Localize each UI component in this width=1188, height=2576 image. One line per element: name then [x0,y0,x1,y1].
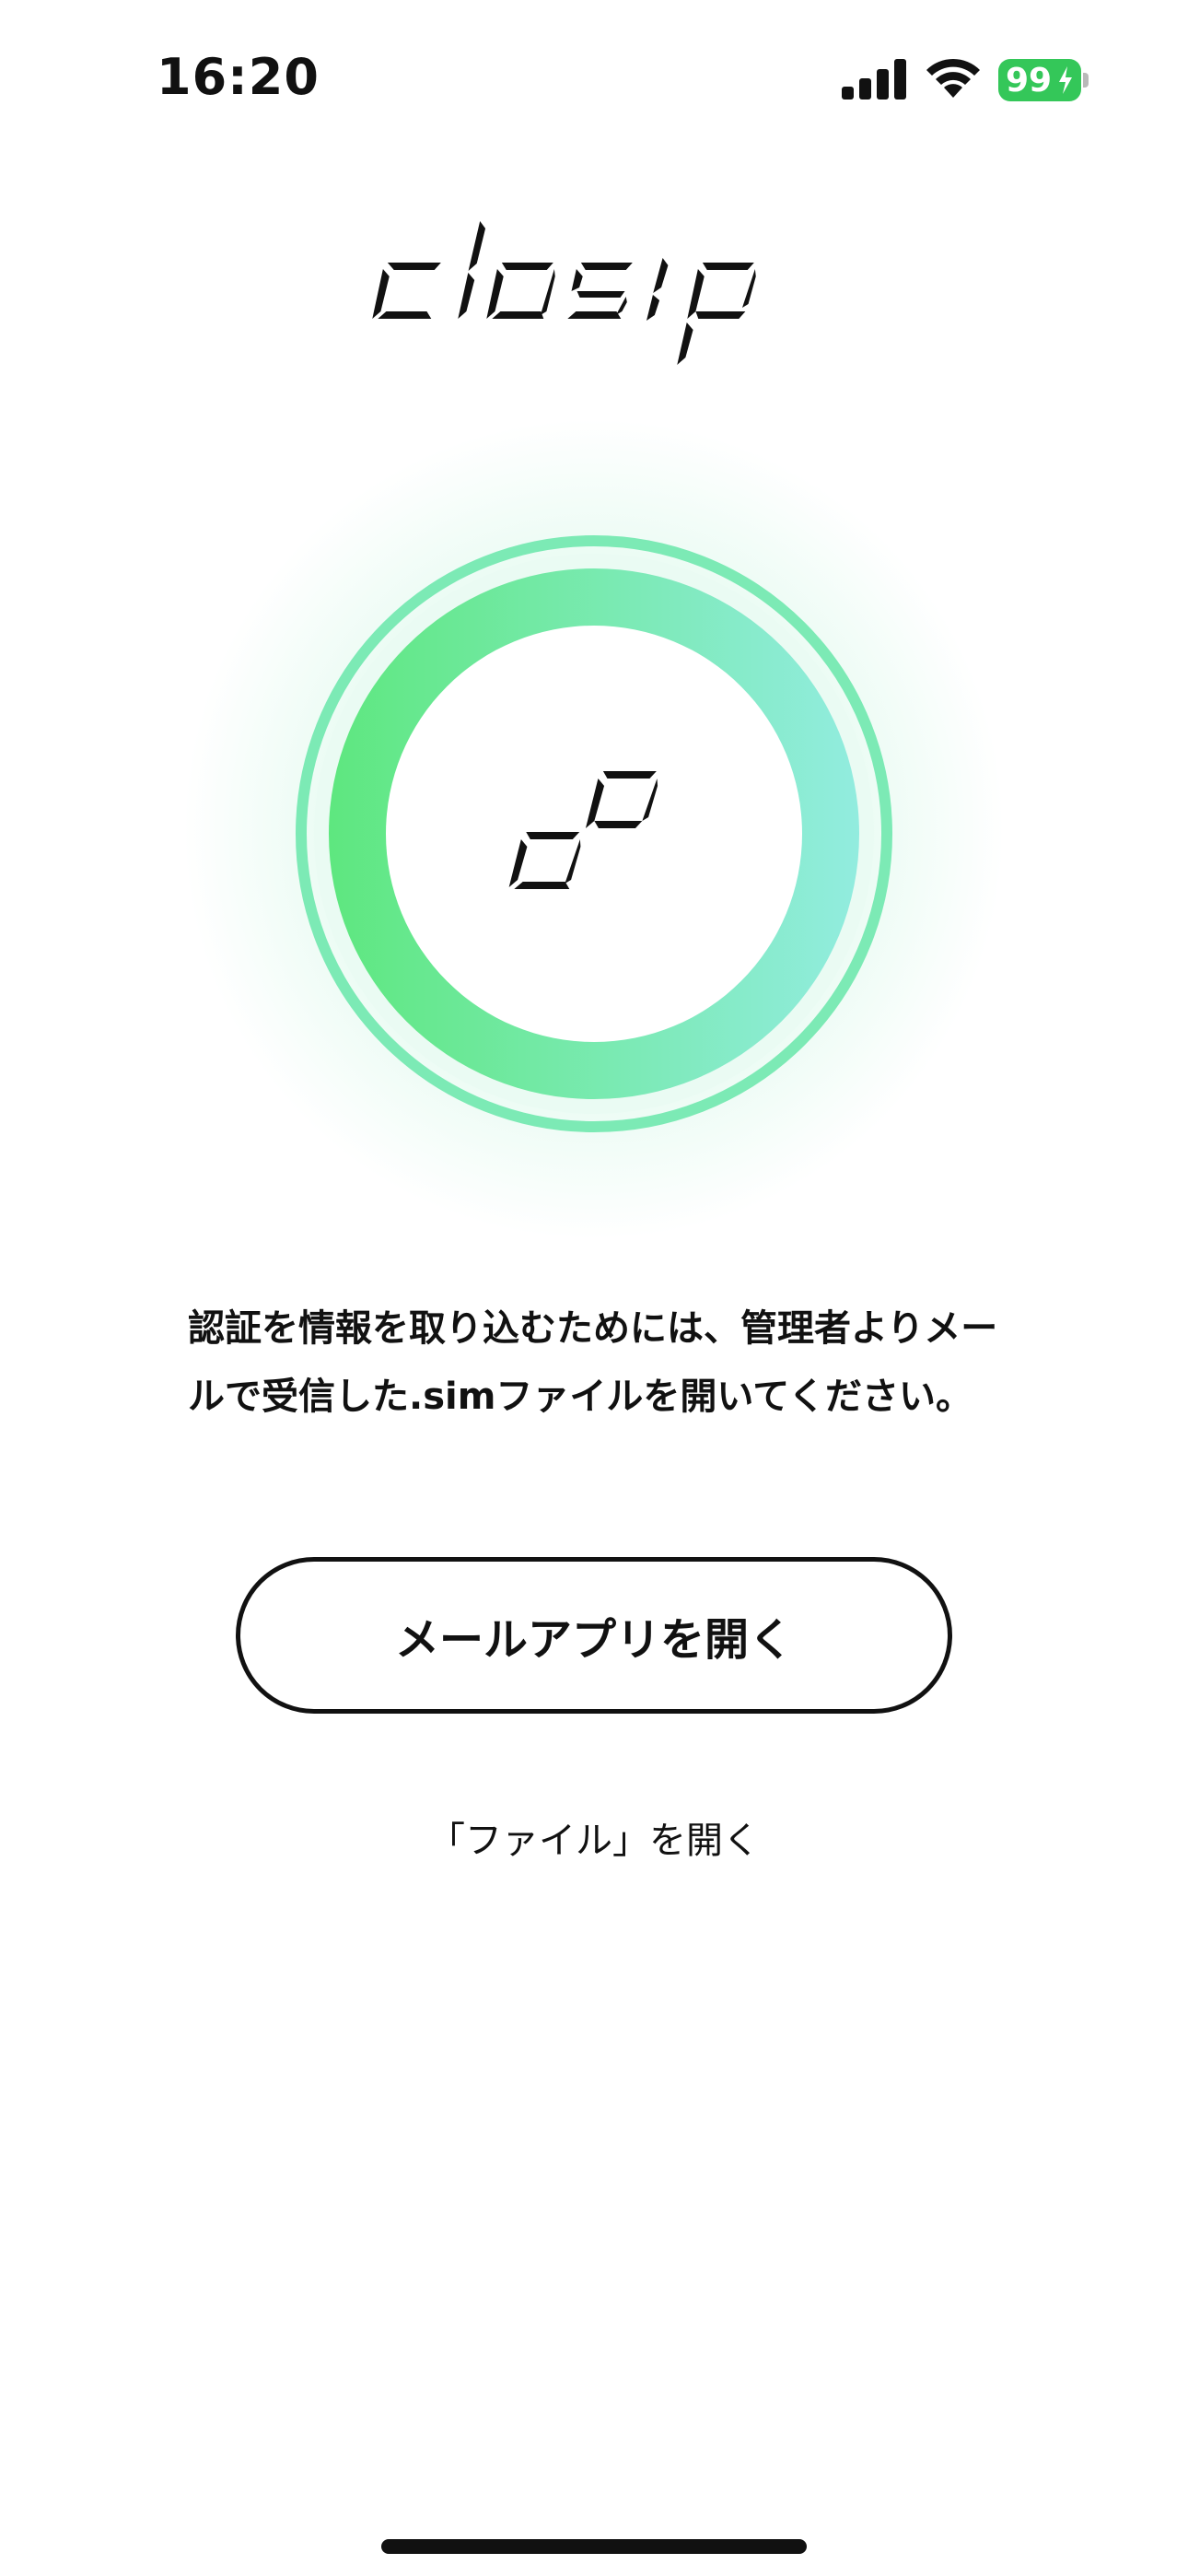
battery-icon: 99 [998,59,1081,101]
signal-icon [842,59,906,100]
battery-level: 99 [1005,61,1053,100]
open-mail-app-label: メールアプリを開く [394,1614,793,1666]
status-bar: 16:20 99 [0,0,1188,157]
status-time: 16:20 [157,48,320,106]
closip-link-icon [508,771,658,889]
home-indicator[interactable] [381,2539,807,2554]
charging-bolt-icon [1059,66,1073,94]
open-mail-app-button[interactable]: メールアプリを開く [236,1557,952,1714]
wifi-icon [926,58,980,98]
battery-cap [1083,73,1089,88]
open-files-link[interactable]: 「ファイル」を開く [318,1810,870,1864]
instruction-text: 認証を情報を取り込むためには、管理者よりメールで受信した.simファイルを開いて… [188,1307,998,1418]
closip-logo [372,221,756,365]
